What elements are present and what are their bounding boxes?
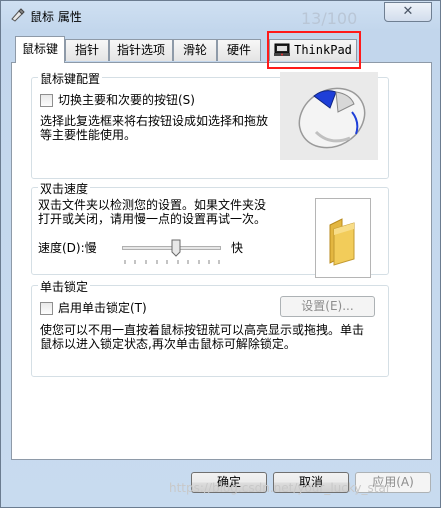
click-lock-settings-button[interactable]: 设置(E)... xyxy=(280,296,375,317)
window-title: 鼠标 属性 xyxy=(30,10,82,24)
tab-panel-mouse-buttons: 鼠标键配置 切换主要和次要的按钮(S) 选择此复选框来将右按钮设成如选择和拖放 … xyxy=(11,62,432,460)
test-folder-area[interactable] xyxy=(315,198,371,278)
tab-mouse-buttons[interactable]: 鼠标键 xyxy=(15,36,65,63)
watermark-text: https://blog.csdn.net/your_lucky_star xyxy=(169,481,391,495)
tab-label: 滑轮 xyxy=(182,43,207,57)
click-lock-checkbox[interactable] xyxy=(40,302,53,315)
tab-label: 鼠标键 xyxy=(21,42,58,56)
tab-pointers[interactable]: 指针 xyxy=(65,39,109,61)
group-title: 单击锁定 xyxy=(38,278,91,295)
double-click-description: 打开或关闭，请用慢一点的设置再试一次。 xyxy=(38,212,267,226)
tab-label: 硬件 xyxy=(226,43,251,57)
switch-buttons-description: 等主要性能使用。 xyxy=(40,128,137,142)
double-click-speed-group: 双击速度 双击文件夹以检测您的设置。如果文件夹没 打开或关闭，请用慢一点的设置再… xyxy=(31,180,389,278)
speed-slow-label: 速度(D):慢 xyxy=(38,241,97,255)
mouse-properties-window: 鼠标 属性 13/100 ✕ 鼠标键 指针 指针选项 滑轮 硬件 ThinkPa… xyxy=(0,0,441,508)
switch-buttons-description: 选择此复选框来将右按钮设成如选择和拖放 xyxy=(40,114,269,128)
switch-buttons-checkbox[interactable] xyxy=(40,94,53,107)
click-lock-description: 鼠标以进入锁定状态,再次单击鼠标可解除锁定。 xyxy=(40,337,296,351)
speed-fast-label: 快 xyxy=(231,241,244,255)
double-click-description: 双击文件夹以检测您的设置。如果文件夹没 xyxy=(38,198,267,212)
button-label: 设置(E)... xyxy=(301,299,354,313)
group-title: 鼠标键配置 xyxy=(38,70,103,87)
tab-label: 指针 xyxy=(74,43,99,57)
thinkpad-tab-highlight xyxy=(267,31,361,69)
title-background-text: 13/100 xyxy=(301,9,358,28)
title-bar[interactable]: 鼠标 属性 13/100 ✕ xyxy=(1,1,440,33)
speed-slider-thumb[interactable] xyxy=(171,239,181,257)
tab-pointer-options[interactable]: 指针选项 xyxy=(109,39,173,61)
speed-slider-ticks xyxy=(124,260,220,264)
click-lock-label[interactable]: 启用单击锁定(T) xyxy=(58,301,147,316)
tab-label: 指针选项 xyxy=(116,43,165,57)
close-button[interactable]: ✕ xyxy=(384,2,432,22)
click-lock-group: 单击锁定 启用单击锁定(T) 设置(E)... 使您可以不用一直按着鼠标按钮就可… xyxy=(31,278,389,377)
mouse-icon xyxy=(298,87,366,149)
mouse-cursor-icon xyxy=(11,8,25,22)
tab-wheel[interactable]: 滑轮 xyxy=(173,39,217,61)
click-lock-description: 使您可以不用一直按着鼠标按钮就可以高亮显示或拖拽。单击 xyxy=(40,323,365,337)
tab-hardware[interactable]: 硬件 xyxy=(217,39,261,61)
mouse-preview-image xyxy=(280,72,378,160)
switch-buttons-label[interactable]: 切换主要和次要的按钮(S) xyxy=(58,93,195,108)
group-title: 双击速度 xyxy=(38,180,91,197)
close-icon: ✕ xyxy=(402,4,414,19)
folder-icon xyxy=(329,218,355,266)
button-configuration-group: 鼠标键配置 切换主要和次要的按钮(S) 选择此复选框来将右按钮设成如选择和拖放 … xyxy=(31,70,389,179)
